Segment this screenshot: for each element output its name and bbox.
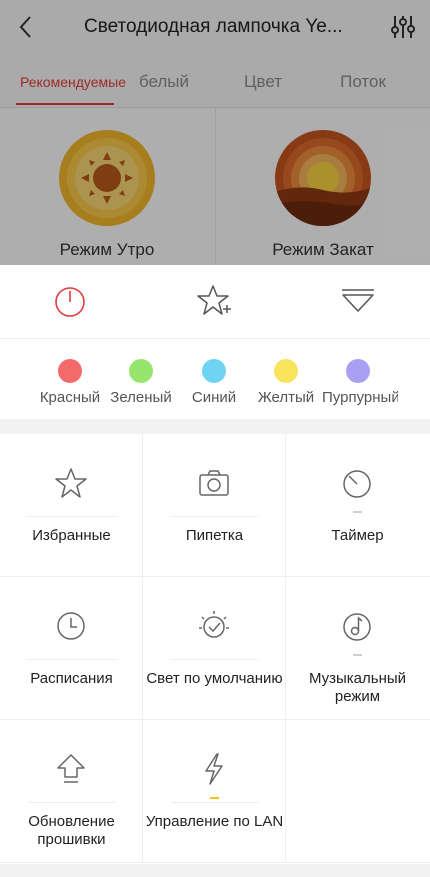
- feature-timer-label: Таймер: [331, 527, 384, 544]
- feature-grid: Избранные Пипетка Таймер Расписания Свет…: [0, 434, 430, 864]
- feature-eyedropper-label: Пипетка: [185, 527, 244, 544]
- divider: [28, 802, 116, 803]
- power-icon[interactable]: [52, 283, 88, 319]
- status-indicator: [353, 511, 362, 513]
- tab-color[interactable]: Цвет: [220, 56, 306, 108]
- color-green[interactable]: Зеленый: [101, 339, 181, 419]
- upgrade-icon: [57, 754, 85, 783]
- feature-favorites-label: Избранные: [32, 527, 111, 544]
- music-icon: [343, 613, 371, 641]
- status-indicator: [210, 797, 219, 799]
- star-plus-icon[interactable]: [196, 283, 232, 319]
- feature-music-mode-label: Музыкальный режим: [308, 670, 407, 705]
- color-dot-green: [129, 359, 153, 383]
- feature-eyedropper[interactable]: Пипетка: [143, 434, 286, 577]
- color-dot-blue: [202, 359, 226, 383]
- feature-music-mode[interactable]: Музыкальный режим: [286, 577, 430, 720]
- color-label-red: Красный: [39, 389, 101, 406]
- feature-favorites[interactable]: Избранные: [0, 434, 143, 577]
- star-icon: [55, 468, 87, 498]
- lightning-icon: [205, 753, 223, 785]
- default-light-icon: [199, 611, 229, 638]
- clock-icon: [57, 612, 85, 640]
- sunset-icon: [275, 130, 371, 226]
- feature-firmware-update-label: Обновление прошивки: [28, 813, 115, 848]
- feature-default-light-label: Свет по умолчанию: [146, 670, 283, 687]
- sun-icon: [59, 130, 155, 226]
- feature-lan-control[interactable]: Управление по LAN: [143, 720, 286, 863]
- tab-white[interactable]: белый: [118, 56, 210, 108]
- feature-timer[interactable]: Таймер: [286, 434, 430, 577]
- divider: [171, 659, 259, 660]
- tab-recommended[interactable]: Рекомендуемые: [16, 56, 126, 108]
- mode-sunset[interactable]: Режим Закат: [215, 108, 429, 265]
- divider: [28, 659, 116, 660]
- empty-cell: [286, 720, 430, 863]
- divider: [28, 516, 116, 517]
- mode-morning-label: Режим Утро: [59, 240, 155, 259]
- color-red[interactable]: Красный: [30, 339, 110, 419]
- color-blue[interactable]: Синий: [174, 339, 254, 419]
- settings-sliders-icon[interactable]: [388, 12, 418, 42]
- color-label-blue: Синий: [191, 389, 237, 406]
- divider: [171, 516, 259, 517]
- camera-icon: [199, 470, 229, 496]
- color-label-yellow: Желтый: [257, 389, 315, 406]
- mode-sunset-label: Режим Закат: [272, 240, 374, 259]
- feature-default-light[interactable]: Свет по умолчанию: [143, 577, 286, 720]
- feature-schedules-label: Расписания: [30, 670, 113, 687]
- color-purple[interactable]: Пурпурный: [318, 339, 398, 419]
- feature-lan-control-label: Управление по LAN: [145, 813, 284, 830]
- collapse-icon[interactable]: [340, 283, 376, 319]
- device-page: Светодиодная лампочка Ye... Рекомендуемы…: [0, 0, 430, 265]
- color-label-purple: Пурпурный: [322, 389, 398, 406]
- status-indicator: [353, 654, 362, 656]
- back-arrow-icon[interactable]: [12, 12, 42, 42]
- color-dot-yellow: [274, 359, 298, 383]
- page-title: Светодиодная лампочка Ye...: [84, 16, 343, 37]
- action-row: [0, 265, 430, 339]
- mode-tabs: Рекомендуемые белый Цвет Поток: [0, 56, 430, 108]
- feature-firmware-update[interactable]: Обновление прошивки: [0, 720, 143, 863]
- color-dot-red: [58, 359, 82, 383]
- tab-flow[interactable]: Поток: [320, 56, 406, 108]
- header: Светодиодная лампочка Ye...: [0, 0, 430, 56]
- color-dot-purple: [346, 359, 370, 383]
- mode-morning[interactable]: Режим Утро: [0, 108, 214, 265]
- color-yellow[interactable]: Желтый: [246, 339, 326, 419]
- divider: [171, 802, 259, 803]
- color-label-green: Зеленый: [110, 389, 172, 406]
- color-presets: Красный Зеленый Синий Желтый Пурпурный: [0, 339, 430, 419]
- scene-modes: Режим Утро Режим Закат: [0, 108, 430, 265]
- tab-underline: [16, 103, 114, 105]
- timer-icon: [343, 470, 371, 498]
- feature-schedules[interactable]: Расписания: [0, 577, 143, 720]
